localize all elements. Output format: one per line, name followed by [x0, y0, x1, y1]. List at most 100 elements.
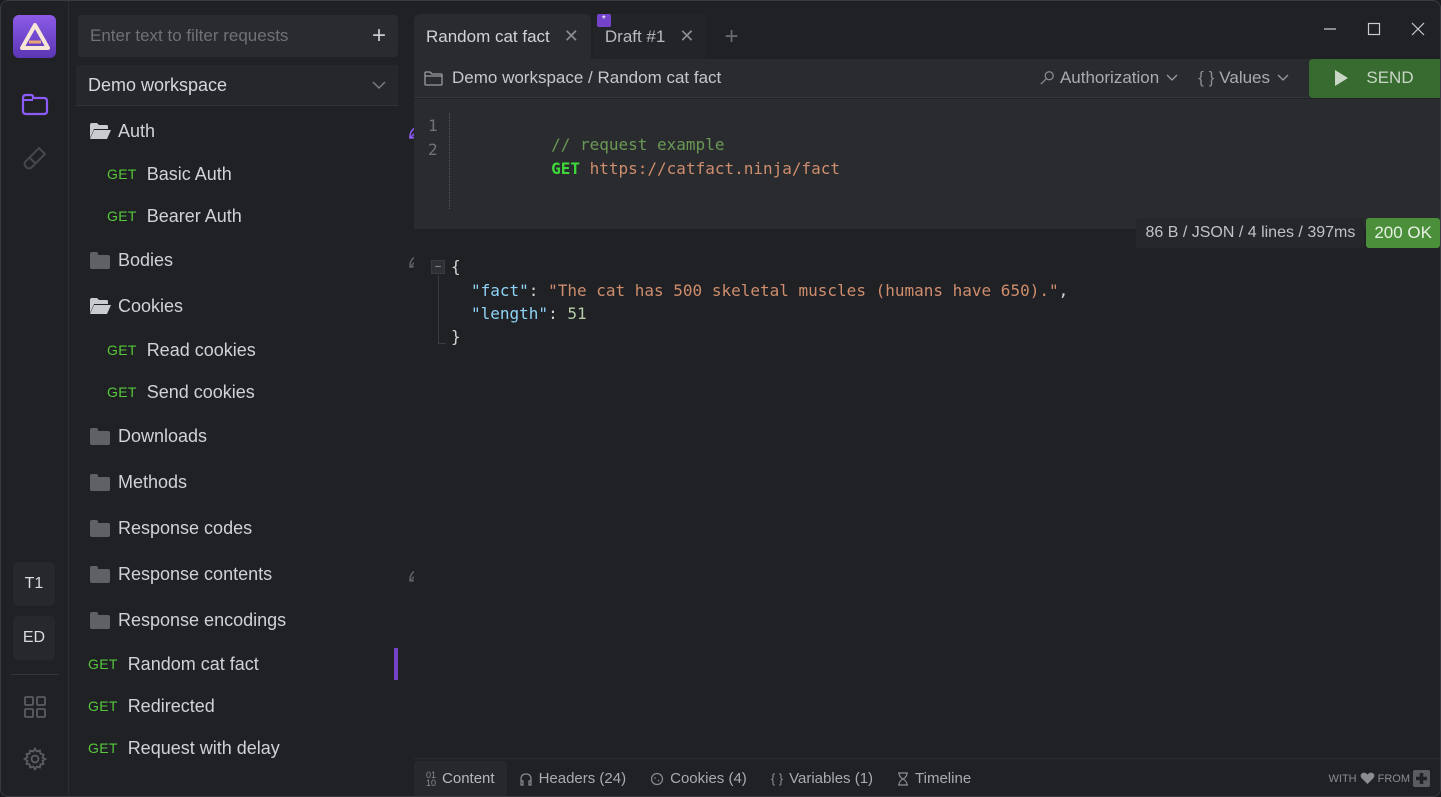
folder-downloads[interactable]: Downloads	[89, 416, 419, 456]
folder-auth[interactable]: Auth	[89, 111, 424, 151]
folder-label: Methods	[118, 471, 188, 492]
tab-cookies[interactable]: Cookies (4)	[638, 761, 759, 797]
request-with-delay[interactable]: GET Request with delay	[88, 728, 418, 768]
request-send-cookies[interactable]: GET Send cookies	[107, 372, 437, 412]
test-tube-button[interactable]	[15, 138, 55, 178]
request-label: Redirected	[127, 695, 215, 716]
code-line-2: GET https://catfact.ninja/fact	[474, 140, 840, 197]
folder-label: Auth	[118, 120, 156, 141]
window-controls	[1308, 15, 1440, 43]
method-badge: GET	[107, 166, 137, 182]
request-redirected[interactable]: GET Redirected	[88, 686, 418, 726]
test-tube-icon	[23, 146, 47, 170]
json-close-brace: }	[451, 327, 461, 346]
folder-open-icon	[90, 298, 111, 314]
chevron-down-icon	[1277, 74, 1289, 81]
gear-icon	[23, 747, 48, 771]
tab-timeline[interactable]: Timeline	[885, 761, 983, 797]
json-key: "fact"	[471, 281, 529, 300]
json-line-length: "length": 51	[471, 304, 587, 323]
workspace-name: Demo workspace	[88, 74, 228, 95]
maximize-button[interactable]	[1352, 15, 1396, 43]
folder-methods[interactable]: Methods	[89, 462, 419, 502]
folder-cookies[interactable]: Cookies	[89, 286, 419, 326]
tab-headers[interactable]: Headers (24)	[507, 761, 639, 797]
tab-draft-1[interactable]: * Draft #1 ✕	[592, 14, 707, 59]
close-tab-icon[interactable]: ✕	[679, 26, 694, 47]
request-label: Read cookies	[146, 339, 256, 360]
tab-label: Random cat fact	[426, 26, 550, 46]
json-open-brace: {	[451, 257, 461, 276]
headphones-icon	[519, 772, 532, 786]
credit-from: FROM	[1377, 772, 1410, 785]
status-badge: 200 OK	[1366, 218, 1440, 248]
response-info: 86 B / JSON / 4 lines / 397ms	[1136, 218, 1365, 248]
close-window-button[interactable]	[1396, 15, 1440, 43]
tab-content[interactable]: 01 10 Content	[414, 760, 507, 796]
breadcrumb-text: Demo workspace / Random cat fact	[452, 68, 722, 87]
chevron-down-icon	[372, 81, 386, 90]
request-bearer-auth[interactable]: GET Bearer Auth	[107, 196, 437, 236]
tab-label: Cookies (4)	[670, 770, 747, 787]
heart-icon	[1360, 772, 1374, 784]
minimize-button[interactable]	[1308, 15, 1352, 43]
user-avatar-t1[interactable]: T1	[13, 562, 55, 606]
filter-input[interactable]	[90, 26, 372, 46]
method-badge: GET	[88, 656, 118, 672]
play-icon	[1335, 70, 1349, 86]
method-badge: GET	[107, 384, 137, 400]
line-number: 1	[428, 116, 438, 135]
method-badge: GET	[88, 698, 118, 714]
key-icon	[1040, 71, 1054, 85]
request-random-cat-fact[interactable]: GET Random cat fact	[88, 644, 418, 684]
request-label: Bearer Auth	[146, 205, 242, 226]
folder-closed-icon	[90, 474, 110, 491]
folder-closed-icon	[90, 612, 110, 629]
folder-icon	[424, 70, 443, 86]
code-url: https://catfact.ninja/fact	[589, 159, 841, 178]
folder-open-icon	[90, 123, 111, 139]
filter-box: +	[78, 15, 398, 57]
httptoolkit-logo-icon	[1413, 770, 1430, 787]
line-number: 2	[428, 140, 438, 159]
new-tab-button[interactable]: +	[706, 14, 756, 59]
folder-label: Bodies	[118, 249, 174, 270]
authorization-dropdown[interactable]: Authorization	[1039, 68, 1178, 88]
folder-response-codes[interactable]: Response codes	[89, 508, 419, 548]
send-button[interactable]: SEND	[1309, 58, 1440, 98]
request-read-cookies[interactable]: GET Read cookies	[107, 330, 437, 370]
collections-button[interactable]	[15, 84, 55, 124]
folder-response-encodings[interactable]: Response encodings	[89, 600, 419, 640]
folder-label: Downloads	[118, 425, 208, 446]
add-request-button[interactable]: +	[372, 24, 386, 48]
folder-response-contents[interactable]: Response contents	[89, 554, 424, 594]
app-window: T1 ED + Demo workspace Auth	[0, 0, 1441, 797]
close-tab-icon[interactable]: ✕	[564, 26, 579, 47]
tab-label: Timeline	[915, 770, 972, 787]
tab-bar: Random cat fact ✕ * Draft #1 ✕ +	[414, 14, 756, 59]
response-meta: 86 B / JSON / 4 lines / 397ms 200 OK	[1136, 218, 1440, 248]
values-dropdown[interactable]: { } Values	[1198, 68, 1289, 88]
folder-closed-icon	[90, 566, 110, 583]
settings-button[interactable]	[15, 739, 55, 779]
workspace-selector[interactable]: Demo workspace	[76, 65, 398, 106]
method-badge: GET	[107, 342, 137, 358]
request-label: Basic Auth	[146, 163, 232, 184]
tab-random-cat-fact[interactable]: Random cat fact ✕	[414, 14, 591, 59]
tab-label: Headers (24)	[538, 770, 627, 787]
request-basic-auth[interactable]: GET Basic Auth	[107, 154, 460, 194]
fold-toggle[interactable]: −	[431, 260, 445, 274]
folder-bodies[interactable]: Bodies	[89, 240, 424, 280]
folder-label: Response contents	[118, 563, 273, 584]
active-indicator	[394, 648, 398, 680]
folder-closed-icon	[90, 428, 110, 445]
tab-label: Variables (1)	[789, 770, 874, 787]
json-line-fact: "fact": "The cat has 500 skeletal muscle…	[471, 281, 1069, 300]
user-avatar-ed[interactable]: ED	[13, 616, 55, 660]
tab-variables[interactable]: { } Variables (1)	[759, 761, 885, 797]
plugins-button[interactable]	[15, 687, 55, 727]
request-label: Random cat fact	[127, 653, 259, 674]
hourglass-icon	[898, 771, 909, 786]
request-toolbar: Demo workspace / Random cat fact Authori…	[414, 58, 1440, 98]
request-editor[interactable]: 1 2 // request example GET https://catfa…	[414, 99, 1440, 229]
